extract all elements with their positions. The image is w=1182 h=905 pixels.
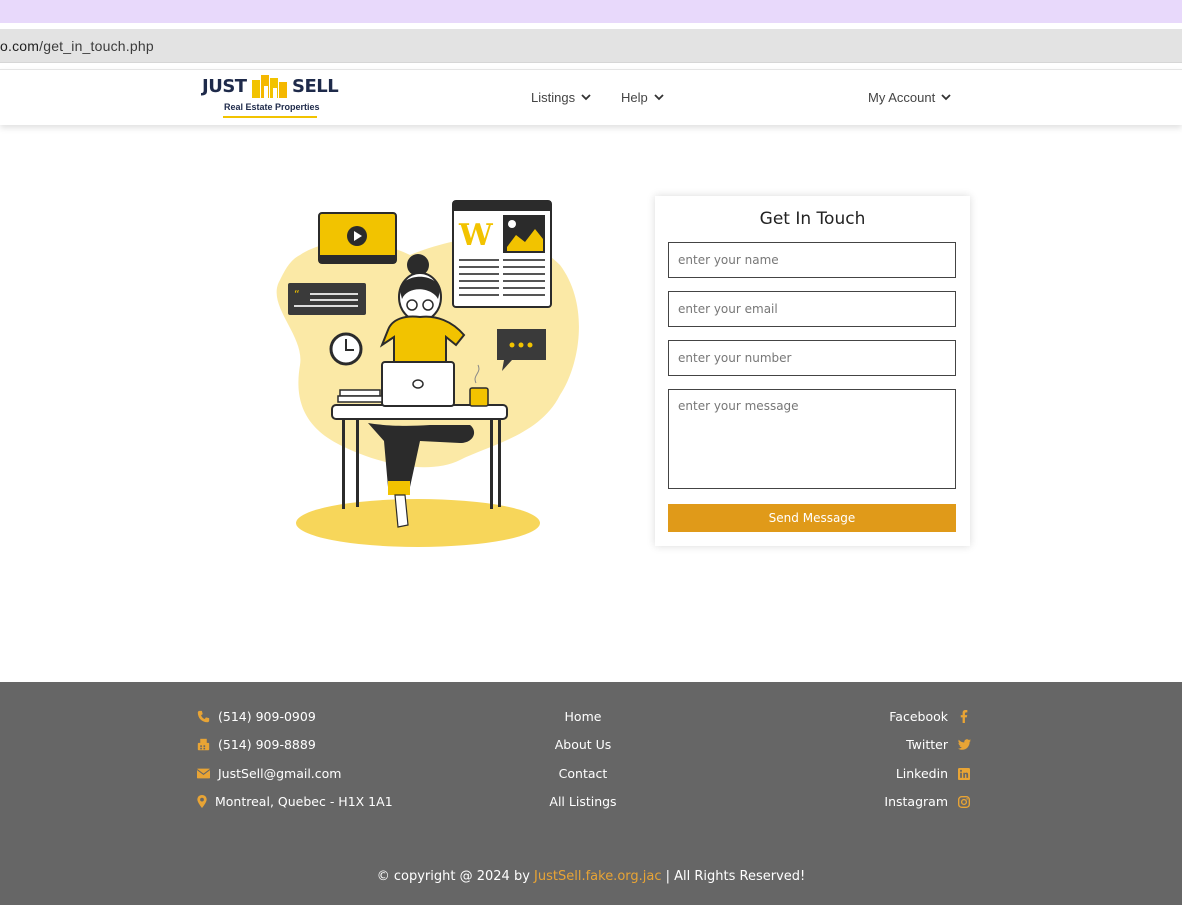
footer-social-twitter[interactable]: Twitter — [906, 737, 971, 752]
footer-social-instagram[interactable]: Instagram — [884, 794, 971, 809]
logo-underline — [223, 116, 317, 118]
woman-working-illustration: “ W — [276, 200, 579, 547]
footer-link-home[interactable]: Home — [0, 709, 1166, 724]
site-header: JUST SELL Real Estate Properties Listing… — [0, 69, 1182, 125]
chevron-down-icon — [654, 94, 664, 101]
footer-link-all-listings[interactable]: All Listings — [0, 794, 1166, 809]
footer-link-contact[interactable]: Contact — [0, 766, 1166, 781]
logo-tagline: Real Estate Properties — [224, 102, 320, 112]
logo-word-sell: SELL — [292, 76, 339, 97]
get-in-touch-form: Get In Touch Send Message — [655, 196, 970, 546]
twitter-icon — [957, 738, 971, 752]
svg-text:“: “ — [294, 288, 300, 301]
form-title: Get In Touch — [759, 209, 866, 229]
copyright-brand-link[interactable]: JustSell.fake.org.jac — [534, 869, 661, 884]
facebook-icon — [957, 710, 971, 724]
site-footer: (514) 909-0909 (514) 909-8889 JustSell@g… — [0, 682, 1182, 905]
footer-social-facebook[interactable]: Facebook — [889, 709, 971, 724]
chevron-down-icon — [581, 94, 591, 101]
address-url[interactable]: o.com/get_in_touch.php — [0, 38, 154, 54]
footer-social-linkedin[interactable]: Linkedin — [896, 766, 971, 781]
nav-listings[interactable]: Listings — [531, 90, 591, 105]
logo-building-icon — [252, 75, 287, 98]
message-textarea[interactable] — [668, 389, 956, 489]
nav-help[interactable]: Help — [621, 90, 664, 105]
browser-address-bar[interactable]: o.com/get_in_touch.php — [0, 29, 1182, 63]
site-logo[interactable]: JUST SELL Real Estate Properties — [202, 71, 339, 119]
name-input[interactable] — [668, 242, 956, 278]
chevron-down-icon — [941, 94, 951, 101]
email-input[interactable] — [668, 291, 956, 327]
nav-help-label: Help — [621, 90, 648, 105]
footer-link-about-us[interactable]: About Us — [0, 737, 1166, 752]
copyright-notice: © copyright @ 2024 by JustSell.fake.org.… — [376, 869, 806, 884]
svg-text:W: W — [458, 218, 494, 253]
nav-my-account[interactable]: My Account — [868, 90, 951, 105]
logo-word-just: JUST — [202, 76, 247, 97]
instagram-icon — [957, 795, 971, 809]
send-message-button[interactable]: Send Message — [668, 504, 956, 532]
nav-my-account-label: My Account — [868, 90, 936, 105]
linkedin-icon — [957, 767, 971, 781]
browser-tab-strip — [0, 0, 1182, 23]
nav-listings-label: Listings — [531, 90, 576, 105]
number-input[interactable] — [668, 340, 956, 376]
